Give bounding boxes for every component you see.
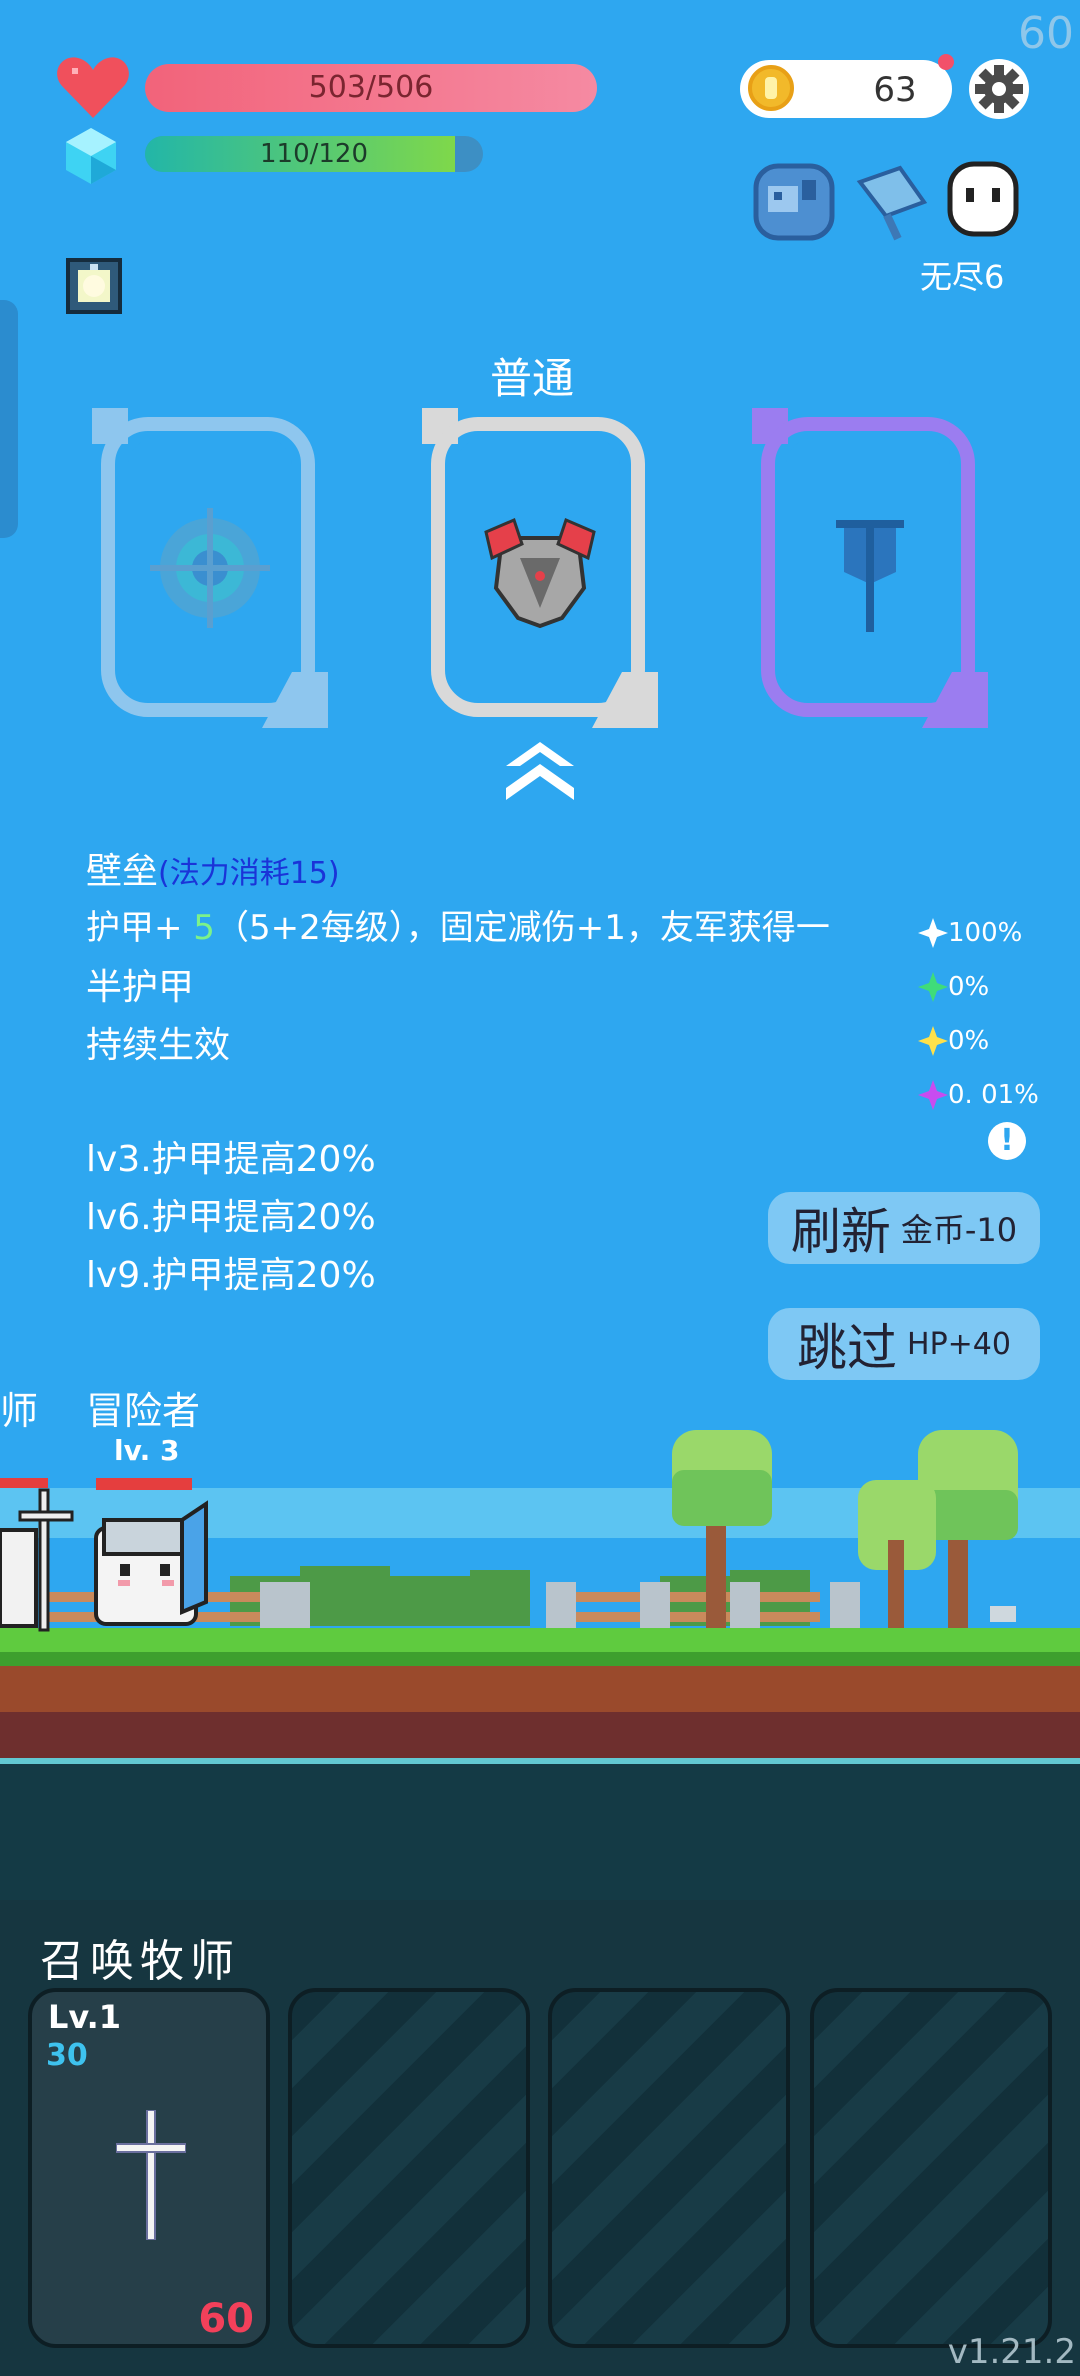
odds-row-yellow: 0% [918, 1014, 1078, 1068]
armor-value: 5 [182, 908, 215, 948]
ally-unit-name: 师 [0, 1389, 39, 1433]
odds-white-text: 100% [948, 918, 1023, 948]
upgrade-line-lv6: lv6.护甲提高20% [86, 1197, 376, 1238]
card-cost: 60 [198, 2296, 254, 2342]
refresh-label: 刷新 [790, 1203, 891, 1261]
odds-row-purple: 0. 01% [918, 1068, 1078, 1122]
mana-crystal-icon [66, 128, 116, 184]
side-panel-tab[interactable] [0, 300, 18, 538]
cross-icon [115, 2109, 187, 2241]
summon-title: 召唤牧师 [40, 1936, 240, 1987]
summon-card-empty-3[interactable] [810, 1988, 1052, 2348]
sparkle-white-icon [918, 918, 948, 948]
odds-row-white: 100% [918, 906, 1078, 960]
refresh-button[interactable]: 刷新 金币-10 [768, 1192, 1040, 1264]
sparkle-green-icon [918, 972, 948, 1002]
odds-green-text: 0% [948, 972, 990, 1002]
upgrade-line-lv3: lv3.护甲提高20% [86, 1139, 376, 1180]
info-alert-icon[interactable]: ! [988, 1122, 1026, 1160]
summon-card-empty-1[interactable] [288, 1988, 530, 2348]
skill-card-selected[interactable] [422, 408, 658, 728]
selected-chevron-icon [506, 742, 574, 800]
lantern-icon[interactable] [66, 258, 122, 314]
settings-gear-icon[interactable] [968, 58, 1030, 120]
mana-text: 110/120 [259, 139, 368, 169]
skip-button[interactable]: 跳过 HP+40 [768, 1308, 1040, 1380]
refresh-cost: 金币-10 [900, 1211, 1018, 1249]
skill-title: 壁垒(法力消耗15) [86, 842, 340, 894]
mana-cost: (法力消耗15) [158, 856, 340, 891]
card-value: 30 [46, 2038, 88, 2073]
version-label: v1.21.2 [947, 2332, 1076, 2372]
sparkle-yellow-icon [918, 1026, 948, 1056]
card-level: Lv.1 [48, 1998, 122, 2036]
odds-row-green: 0% [918, 960, 1078, 1014]
sparkle-purple-icon [918, 1080, 948, 1110]
hero-name: 冒险者 [86, 1389, 201, 1433]
upgrade-line-lv9: lv9.护甲提高20% [86, 1255, 376, 1296]
skill-desc-line3: 持续生效 [86, 1025, 231, 1066]
endless-stage-label: 无尽6 [920, 258, 1005, 296]
skill-desc-line2: 半护甲 [86, 967, 195, 1008]
hero-level: lv. 3 [114, 1434, 180, 1467]
fps-counter: 60 [1018, 8, 1074, 59]
skill-desc-line1: 护甲+ 5（5+2每级），固定减伤+1，友军获得一 [86, 908, 830, 948]
coin-count: 63 [873, 70, 917, 110]
ghost-portrait-icon[interactable] [752, 160, 836, 244]
skip-label: 跳过 [797, 1319, 898, 1377]
skill-card-right[interactable] [752, 408, 988, 728]
skip-reward: HP+40 [907, 1326, 1011, 1362]
summon-card-empty-2[interactable] [548, 1988, 790, 2348]
cleaver-relic-icon[interactable] [850, 162, 934, 246]
skill-name: 壁垒 [86, 851, 159, 892]
odds-yellow-text: 0% [948, 1026, 990, 1056]
coin-icon [748, 65, 794, 111]
notification-dot [938, 54, 954, 70]
summon-card-priest[interactable]: Lv.1 30 60 [28, 1988, 270, 2348]
white-ghost-icon[interactable] [944, 160, 1022, 238]
skill-card-left[interactable] [92, 408, 328, 728]
heart-icon [56, 54, 130, 120]
rarity-odds: 100% 0% 0% 0. 01% [918, 906, 1078, 1122]
odds-purple-text: 0. 01% [948, 1080, 1039, 1110]
rarity-label: 普通 [490, 354, 575, 403]
hp-text: 503/506 [308, 70, 434, 105]
